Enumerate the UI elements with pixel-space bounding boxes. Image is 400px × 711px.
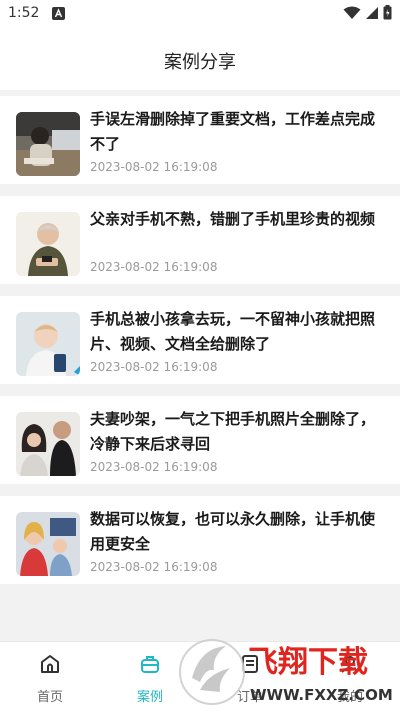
watermark-url: WWW.FXXZ.COM xyxy=(250,686,393,704)
case-time: 2023-08-02 16:19:08 xyxy=(90,560,218,574)
status-time: 1:52 xyxy=(8,5,40,21)
case-time: 2023-08-02 16:19:08 xyxy=(90,160,218,174)
watermark-logo: 飞翔下载 WWW.FXXZ.COM xyxy=(178,630,400,711)
case-card[interactable]: 数据可以恢复，也可以永久删除，让手机使用更安全 2023-08-02 16:19… xyxy=(0,496,400,584)
page-title: 案例分享 xyxy=(164,52,236,73)
wifi-icon xyxy=(343,6,361,19)
case-title: 手机总被小孩拿去玩，一不留神小孩就把照片、视频、文档全给删除了 xyxy=(90,310,376,353)
watermark-brand: 飞翔下载 xyxy=(248,645,368,680)
case-thumbnail xyxy=(16,412,80,476)
case-card[interactable]: 手误左滑删除掉了重要文档，工作差点完成不了 2023-08-02 16:19:0… xyxy=(0,96,400,184)
case-time: 2023-08-02 16:19:08 xyxy=(90,460,218,474)
tab-home[interactable]: 首页 xyxy=(0,642,100,711)
case-thumbnail xyxy=(16,312,80,376)
case-card[interactable]: 手机总被小孩拿去玩，一不留神小孩就把照片、视频、文档全给删除了 2023-08-… xyxy=(0,296,400,384)
status-icons xyxy=(343,5,392,20)
case-title: 手误左滑删除掉了重要文档，工作差点完成不了 xyxy=(90,110,376,153)
case-time: 2023-08-02 16:19:08 xyxy=(90,260,218,274)
case-icon xyxy=(141,656,159,673)
tab-home-label: 首页 xyxy=(36,690,63,705)
status-bar: 1:52 xyxy=(0,0,400,28)
notification-icon xyxy=(52,7,65,20)
battery-icon xyxy=(383,5,392,20)
case-card[interactable]: 父亲对手机不熟，错删了手机里珍贵的视频 2023-08-02 16:19:08 xyxy=(0,196,400,284)
case-card[interactable]: 夫妻吵架，一气之下把手机照片全删除了，冷静下来后求寻回 2023-08-02 1… xyxy=(0,396,400,484)
home-icon xyxy=(41,655,59,673)
signal-icon xyxy=(366,6,378,19)
case-thumbnail xyxy=(16,212,80,276)
case-thumbnail xyxy=(16,112,80,176)
case-title: 数据可以恢复，也可以永久删除，让手机使用更安全 xyxy=(90,510,376,553)
app-header: 案例分享 xyxy=(0,28,400,90)
case-time: 2023-08-02 16:19:08 xyxy=(90,360,218,374)
case-thumbnail xyxy=(16,512,80,576)
case-title: 父亲对手机不熟，错删了手机里珍贵的视频 xyxy=(90,210,376,228)
case-title: 夫妻吵架，一气之下把手机照片全删除了，冷静下来后求寻回 xyxy=(90,410,376,453)
